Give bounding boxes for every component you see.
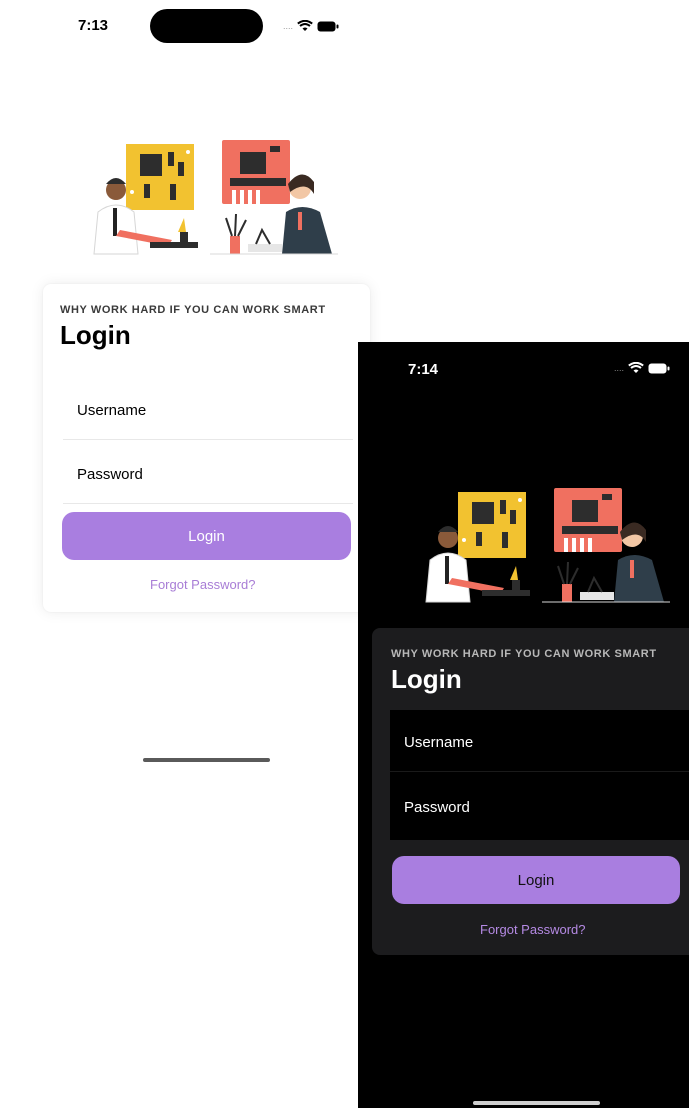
login-fields bbox=[63, 382, 353, 504]
password-input[interactable] bbox=[63, 446, 353, 503]
home-indicator bbox=[473, 1101, 600, 1105]
wifi-icon bbox=[297, 20, 313, 32]
signal-icon: .... bbox=[283, 20, 294, 31]
login-fields bbox=[390, 710, 689, 840]
battery-icon bbox=[648, 363, 670, 374]
username-field-container bbox=[390, 714, 689, 772]
card-subtitle: WHY WORK HARD IF YOU CAN WORK SMART bbox=[60, 304, 326, 316]
battery-icon bbox=[317, 21, 339, 32]
username-field-container bbox=[63, 382, 353, 440]
light-mode-screen: 7:13 .... WHY WORK HARD IF YOU CAN WORK … bbox=[0, 0, 400, 1108]
status-icons: .... bbox=[614, 362, 670, 374]
password-field-container bbox=[390, 778, 689, 836]
signal-icon: .... bbox=[614, 362, 625, 373]
dark-mode-screen: 7:14 .... WHY WORK HARD IF YOU CAN WORK … bbox=[358, 342, 689, 1108]
status-time: 7:14 bbox=[408, 361, 439, 378]
engineers-illustration bbox=[425, 487, 670, 603]
card-title: Login bbox=[60, 320, 131, 350]
username-input[interactable] bbox=[390, 714, 689, 771]
home-indicator bbox=[143, 758, 270, 762]
username-input[interactable] bbox=[63, 382, 353, 439]
card-subtitle: WHY WORK HARD IF YOU CAN WORK SMART bbox=[391, 648, 657, 660]
login-card: WHY WORK HARD IF YOU CAN WORK SMART Logi… bbox=[372, 628, 689, 955]
password-input[interactable] bbox=[390, 778, 689, 836]
dynamic-island bbox=[150, 9, 263, 43]
login-card: WHY WORK HARD IF YOU CAN WORK SMART Logi… bbox=[43, 284, 370, 612]
forgot-password-link[interactable]: Forgot Password? bbox=[150, 577, 256, 592]
login-button[interactable]: Login bbox=[392, 856, 680, 904]
status-icons: .... bbox=[283, 20, 339, 32]
card-title: Login bbox=[391, 664, 462, 694]
wifi-icon bbox=[628, 362, 644, 374]
password-field-container bbox=[63, 446, 353, 504]
login-button[interactable]: Login bbox=[62, 512, 351, 560]
engineers-illustration bbox=[93, 139, 338, 255]
forgot-password-link[interactable]: Forgot Password? bbox=[480, 922, 586, 937]
status-time: 7:13 bbox=[78, 17, 109, 34]
